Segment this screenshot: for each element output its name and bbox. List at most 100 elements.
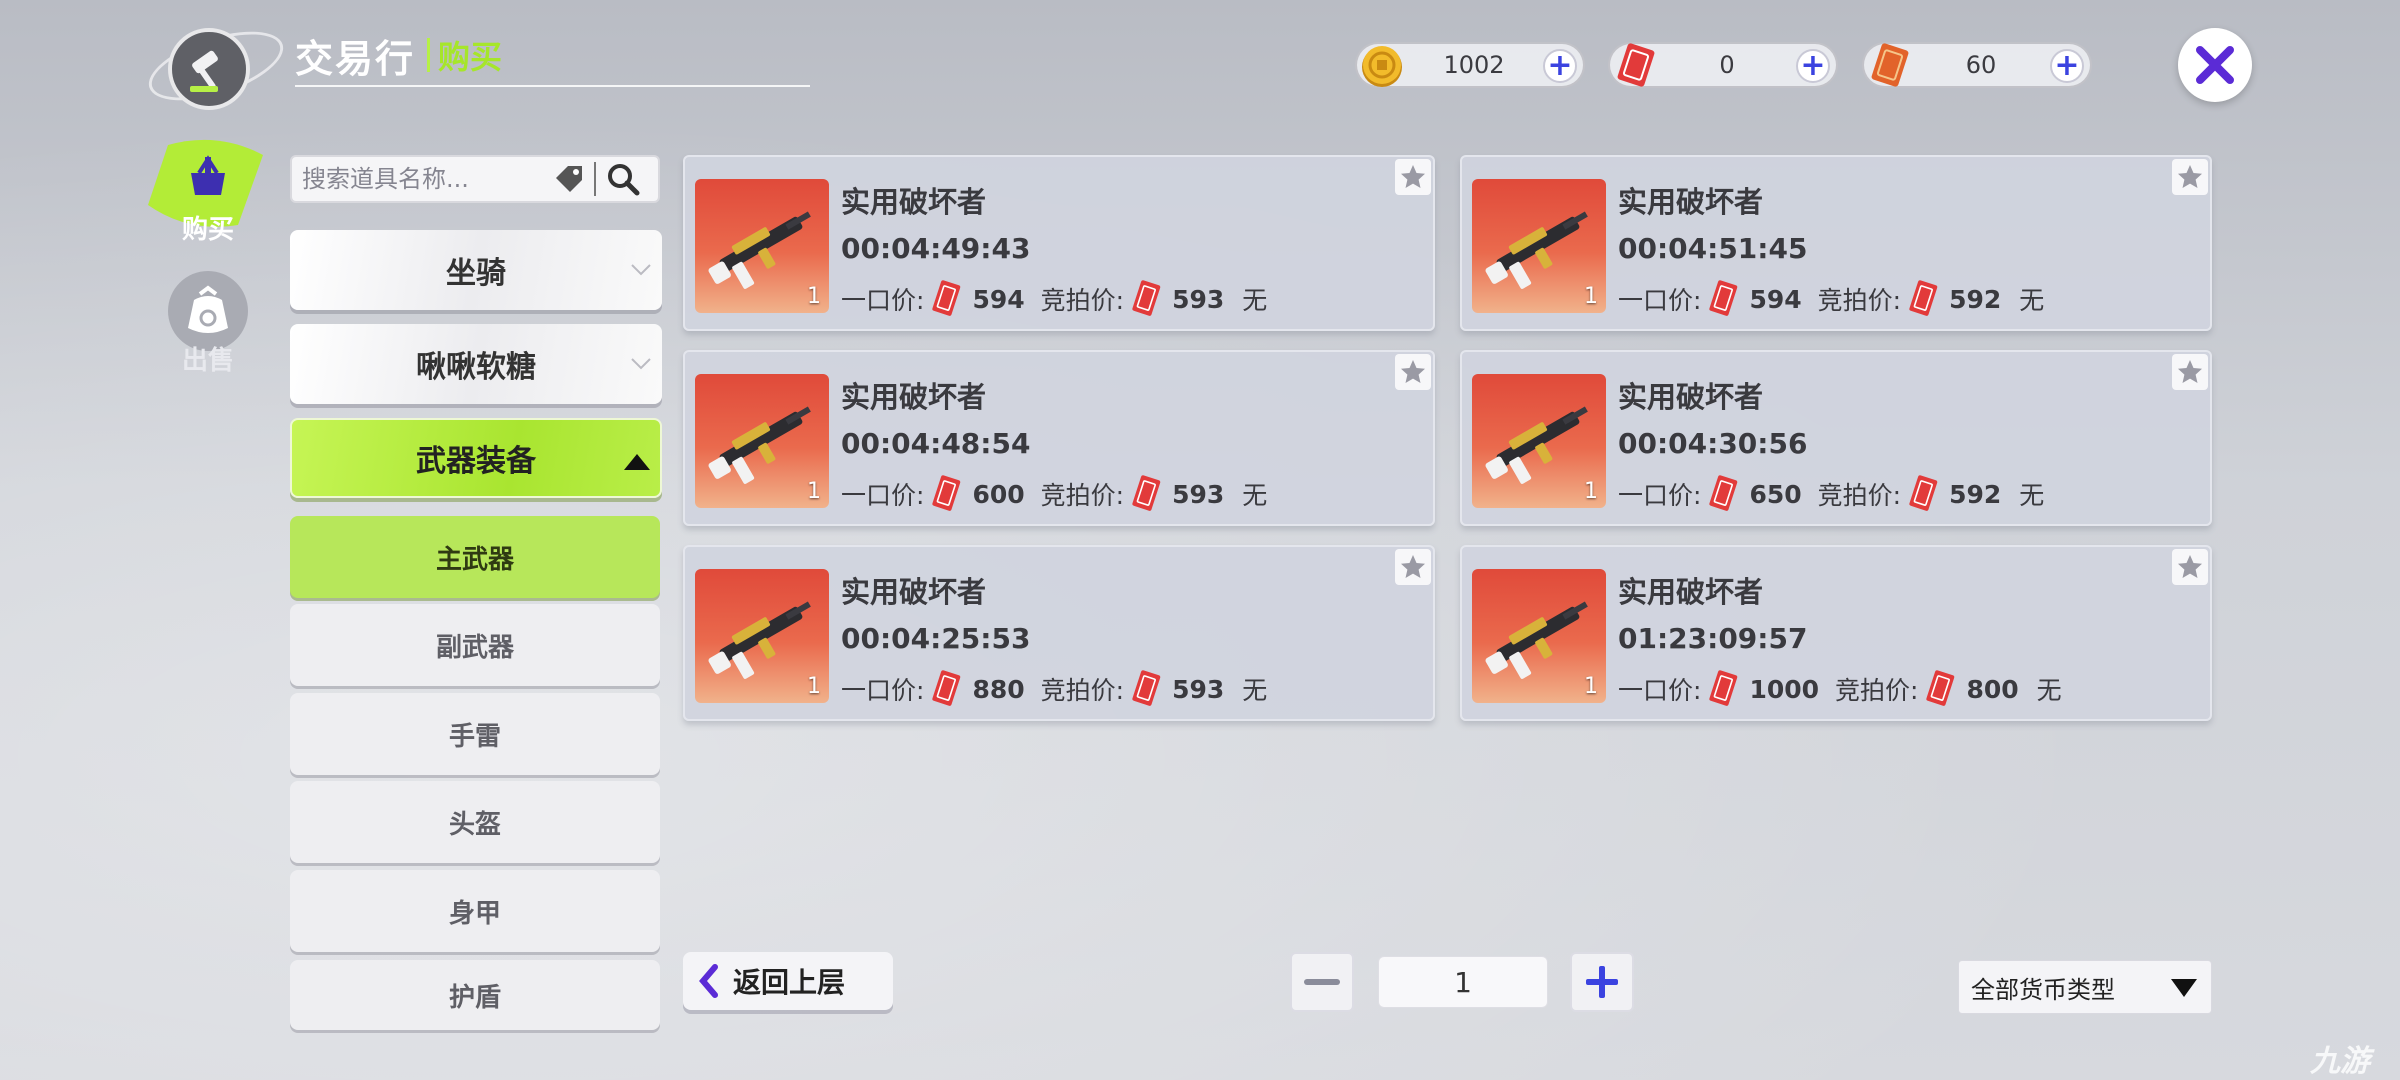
buyout-price: 600 xyxy=(972,479,1025,509)
add-gold-button[interactable]: + xyxy=(1543,49,1577,83)
watermark-logo: 九游 xyxy=(2310,1044,2370,1079)
buyout-label: 一口价: xyxy=(1618,676,1702,705)
tab-sell[interactable]: 出售 xyxy=(138,271,278,377)
item-name: 实用破坏者 xyxy=(1618,575,1764,609)
item-quantity: 1 xyxy=(807,674,821,699)
subcategory-shield[interactable]: 护盾 xyxy=(290,960,660,1030)
bid-label: 竞拍价: xyxy=(1835,676,1919,705)
item-prices: 一口价: 594 竞拍价: 592 无 xyxy=(1618,279,2044,319)
red-ticket-icon xyxy=(1709,280,1738,316)
bid-price: 593 xyxy=(1172,284,1225,314)
star-icon xyxy=(1401,360,1425,383)
listing-card[interactable]: 1 实用破坏者 00:04:49:43 一口价: 594 竞拍价: 593 无 xyxy=(683,155,1435,331)
buyout-label: 一口价: xyxy=(1618,481,1702,510)
bid-label: 竞拍价: xyxy=(1040,481,1125,510)
item-timer: 00:04:51:45 xyxy=(1618,232,1808,265)
currency-filter-dropdown[interactable]: 全部货币类型 xyxy=(1958,960,2212,1014)
close-button[interactable] xyxy=(2178,28,2252,102)
tab-buy[interactable]: 购买 xyxy=(138,135,278,246)
item-quantity: 1 xyxy=(1584,674,1598,699)
bid-price: 593 xyxy=(1172,479,1225,509)
favorite-button[interactable] xyxy=(2172,549,2208,585)
category-candy-label: 啾啾软糖 xyxy=(416,350,536,385)
listing-card[interactable]: 1 实用破坏者 00:04:48:54 一口价: 600 竞拍价: 593 无 xyxy=(683,350,1435,526)
item-name: 实用破坏者 xyxy=(841,380,987,414)
subcategory-primary-weapon[interactable]: 主武器 xyxy=(290,516,660,598)
subcategory-armor[interactable]: 身甲 xyxy=(290,870,660,952)
minus-icon xyxy=(1304,979,1340,985)
tab-buy-label: 购买 xyxy=(181,215,234,245)
item-thumbnail: 1 xyxy=(1472,569,1606,703)
subcategory-label: 手雷 xyxy=(448,721,501,752)
subcategory-grenade[interactable]: 手雷 xyxy=(290,693,660,775)
category-weapons[interactable]: 武器装备 xyxy=(290,418,662,498)
subcategory-label: 身甲 xyxy=(448,898,501,929)
red-ticket-icon xyxy=(1926,670,1955,706)
page-title: 交易行 xyxy=(295,36,416,81)
gavel-icon xyxy=(168,28,250,110)
currency-red-ticket: 0 + xyxy=(1608,42,1838,88)
price-tag-icon[interactable] xyxy=(552,162,586,196)
item-timer: 00:04:49:43 xyxy=(841,232,1031,265)
bid-label: 竞拍价: xyxy=(1817,481,1902,510)
subcategory-helmet[interactable]: 头盔 xyxy=(290,781,660,863)
collapse-triangle-icon xyxy=(624,454,650,470)
favorite-button[interactable] xyxy=(2172,159,2208,195)
subcategory-label: 副武器 xyxy=(435,632,514,663)
listing-card[interactable]: 1 实用破坏者 01:23:09:57 一口价: 1000 竞拍价: 800 无 xyxy=(1460,545,2212,721)
add-orange-ticket-button[interactable]: + xyxy=(2050,49,2084,83)
add-red-ticket-button[interactable]: + xyxy=(1796,49,1830,83)
item-timer: 00:04:30:56 xyxy=(1618,427,1808,460)
currency-orange-ticket: 60 + xyxy=(1862,42,2092,88)
search-input[interactable] xyxy=(302,165,552,193)
item-name: 实用破坏者 xyxy=(841,185,987,219)
item-timer: 00:04:25:53 xyxy=(841,622,1031,655)
orange-ticket-value: 60 xyxy=(1965,51,1997,79)
close-icon xyxy=(2196,46,2234,84)
bid-label: 竞拍价: xyxy=(1040,676,1125,705)
favorite-button[interactable] xyxy=(1395,354,1431,390)
red-ticket-icon xyxy=(1909,280,1938,316)
subcategory-secondary-weapon[interactable]: 副武器 xyxy=(290,604,660,686)
item-name: 实用破坏者 xyxy=(1618,380,1764,414)
star-icon xyxy=(1401,555,1425,578)
chevron-left-icon xyxy=(699,964,718,998)
category-mount[interactable]: 坐骑 xyxy=(290,230,662,310)
item-prices: 一口价: 1000 竞拍价: 800 无 xyxy=(1618,669,2062,709)
category-candy[interactable]: 啾啾软糖 xyxy=(290,324,662,404)
item-timer: 01:23:09:57 xyxy=(1618,622,1808,655)
back-button[interactable]: 返回上层 xyxy=(683,952,893,1010)
favorite-button[interactable] xyxy=(2172,354,2208,390)
plus-icon xyxy=(1586,966,1618,998)
auction-logo xyxy=(140,0,292,150)
page-decrement-button[interactable] xyxy=(1290,952,1354,1012)
title-separator xyxy=(427,38,431,72)
item-quantity: 1 xyxy=(807,479,821,504)
bid-price: 592 xyxy=(1949,284,2002,314)
red-ticket-icon xyxy=(932,475,961,511)
item-thumbnail: 1 xyxy=(1472,179,1606,313)
page-increment-button[interactable] xyxy=(1570,952,1634,1012)
favorite-button[interactable] xyxy=(1395,159,1431,195)
bid-price: 593 xyxy=(1172,674,1225,704)
gold-coin-icon xyxy=(1362,46,1402,87)
item-name: 实用破坏者 xyxy=(1618,185,1764,219)
page-title-row: 交易行 购买 xyxy=(295,30,502,81)
favorite-button[interactable] xyxy=(1395,549,1431,585)
listing-card[interactable]: 1 实用破坏者 00:04:51:45 一口价: 594 竞拍价: 592 无 xyxy=(1460,155,2212,331)
buyout-label: 一口价: xyxy=(841,286,925,315)
search-icon[interactable] xyxy=(606,162,640,196)
item-thumbnail: 1 xyxy=(695,179,829,313)
search-bar xyxy=(290,155,660,203)
subcategory-label: 护盾 xyxy=(448,982,501,1013)
listing-card[interactable]: 1 实用破坏者 00:04:30:56 一口价: 650 竞拍价: 592 无 xyxy=(1460,350,2212,526)
listing-card[interactable]: 1 实用破坏者 00:04:25:53 一口价: 880 竞拍价: 593 无 xyxy=(683,545,1435,721)
item-prices: 一口价: 594 竞拍价: 593 无 xyxy=(841,279,1267,319)
item-thumbnail: 1 xyxy=(695,374,829,508)
buyout-price: 1000 xyxy=(1749,674,1820,704)
star-icon xyxy=(1401,165,1425,188)
page-number-input[interactable] xyxy=(1378,956,1548,1008)
bidder-status: 无 xyxy=(2019,481,2045,510)
item-prices: 一口价: 600 竞拍价: 593 无 xyxy=(841,474,1267,514)
bid-label: 竞拍价: xyxy=(1817,286,1902,315)
